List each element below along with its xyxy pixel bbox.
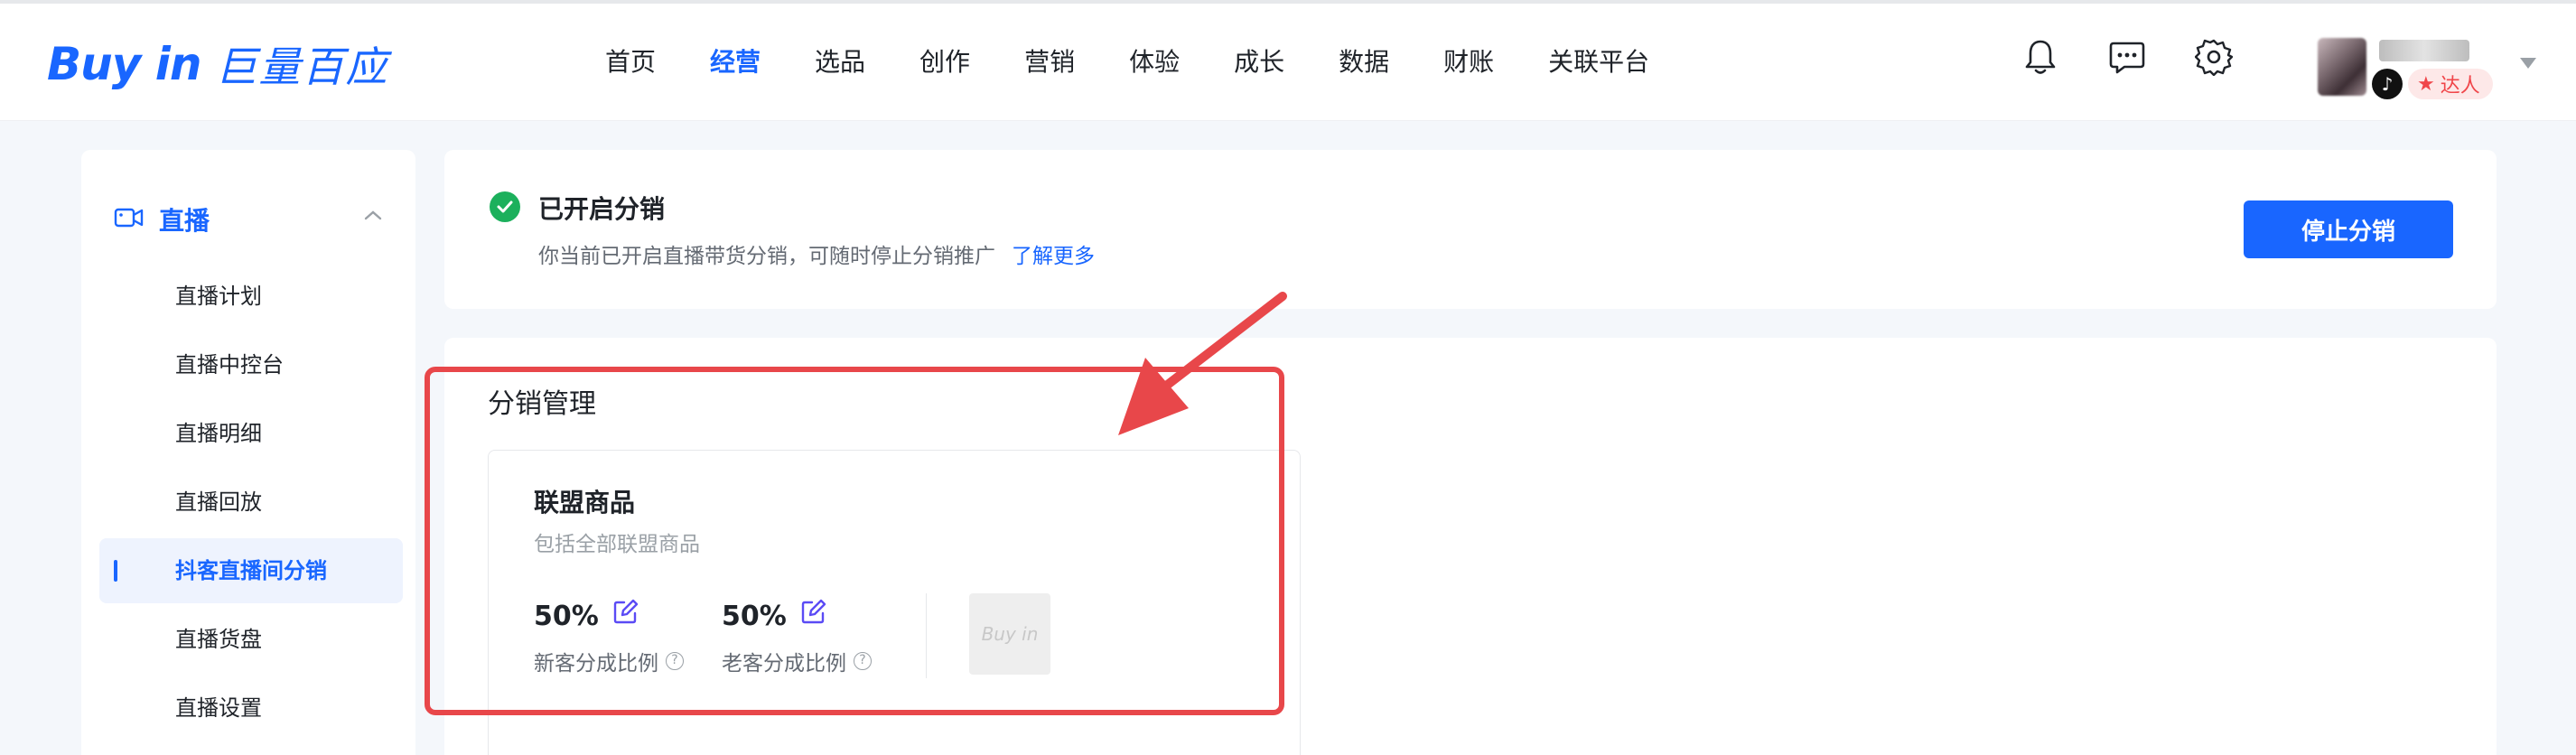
sidebar-group-label: 直播 [159, 206, 210, 236]
distribution-status-card: 已开启分销 你当前已开启直播带货分销，可随时停止分销推广 了解更多 停止分销 [444, 150, 2497, 309]
avatar[interactable] [2318, 38, 2366, 96]
nav-item-growth[interactable]: 成长 [1207, 4, 1311, 121]
bell-icon[interactable] [2020, 36, 2061, 78]
nav-item-data[interactable]: 数据 [1311, 4, 1416, 121]
nav-item-selection[interactable]: 选品 [788, 4, 892, 121]
status-title: 已开启分销 [538, 194, 666, 224]
message-icon[interactable] [2106, 36, 2148, 78]
username-blurred [2379, 40, 2469, 61]
nav-item-business[interactable]: 经营 [683, 4, 788, 121]
logo[interactable]: Buy in 巨量百应 [47, 33, 388, 96]
nav-item-experience[interactable]: 体验 [1102, 4, 1207, 121]
logo-chinese: 巨量百应 [215, 42, 389, 91]
nav-item-creation[interactable]: 创作 [892, 4, 997, 121]
sidebar-item-douke-live-distribution[interactable]: 抖客直播间分销 [99, 538, 403, 603]
sidebar-group-live[interactable]: 直播 [114, 197, 403, 242]
header-actions [2020, 36, 2235, 78]
sidebar-item-live-console[interactable]: 直播中控台 [99, 332, 403, 397]
nav-item-home[interactable]: 首页 [578, 4, 683, 121]
caret-down-icon[interactable] [2520, 58, 2536, 69]
sidebar-item-live-goods[interactable]: 直播货盘 [99, 607, 403, 672]
stop-distribution-button[interactable]: 停止分销 [2244, 200, 2453, 258]
star-icon: ★ [2417, 72, 2435, 96]
logo-english: Buy in [47, 38, 201, 90]
main-nav: 首页 经营 选品 创作 营销 体验 成长 数据 财账 关联平台 [578, 4, 1676, 121]
sidebar: 直播 直播计划 直播中控台 直播明细 直播回放 抖客直播间分销 直播货盘 直播设… [81, 150, 415, 755]
status-description-text: 你当前已开启直播带货分销，可随时停止分销推广 [538, 245, 995, 268]
sidebar-item-live-settings[interactable]: 直播设置 [99, 676, 403, 741]
nav-item-finance[interactable]: 财账 [1416, 4, 1521, 121]
annotation-highlight-box [425, 367, 1284, 715]
top-header: Buy in 巨量百应 首页 经营 选品 创作 营销 体验 成长 数据 财账 关… [0, 4, 2576, 121]
sidebar-item-live-details[interactable]: 直播明细 [99, 401, 403, 466]
sidebar-item-live-replay[interactable]: 直播回放 [99, 470, 403, 535]
douyin-icon: ♪ [2372, 69, 2403, 99]
role-badge: ★ 达人 [2408, 69, 2493, 99]
sidebar-item-live-plan[interactable]: 直播计划 [99, 264, 403, 329]
role-badge-label: 达人 [2440, 75, 2480, 98]
check-circle-icon [490, 191, 520, 222]
nav-item-linked-platforms[interactable]: 关联平台 [1521, 4, 1676, 121]
nav-item-marketing[interactable]: 营销 [997, 4, 1102, 121]
gear-icon[interactable] [2193, 36, 2235, 78]
chevron-up-icon[interactable] [363, 208, 383, 225]
video-camera-icon [114, 206, 145, 233]
status-description: 你当前已开启直播带货分销，可随时停止分销推广 了解更多 [538, 238, 1095, 269]
learn-more-link[interactable]: 了解更多 [1012, 245, 1095, 268]
user-menu[interactable]: ♪ ★ 达人 [2294, 36, 2565, 99]
